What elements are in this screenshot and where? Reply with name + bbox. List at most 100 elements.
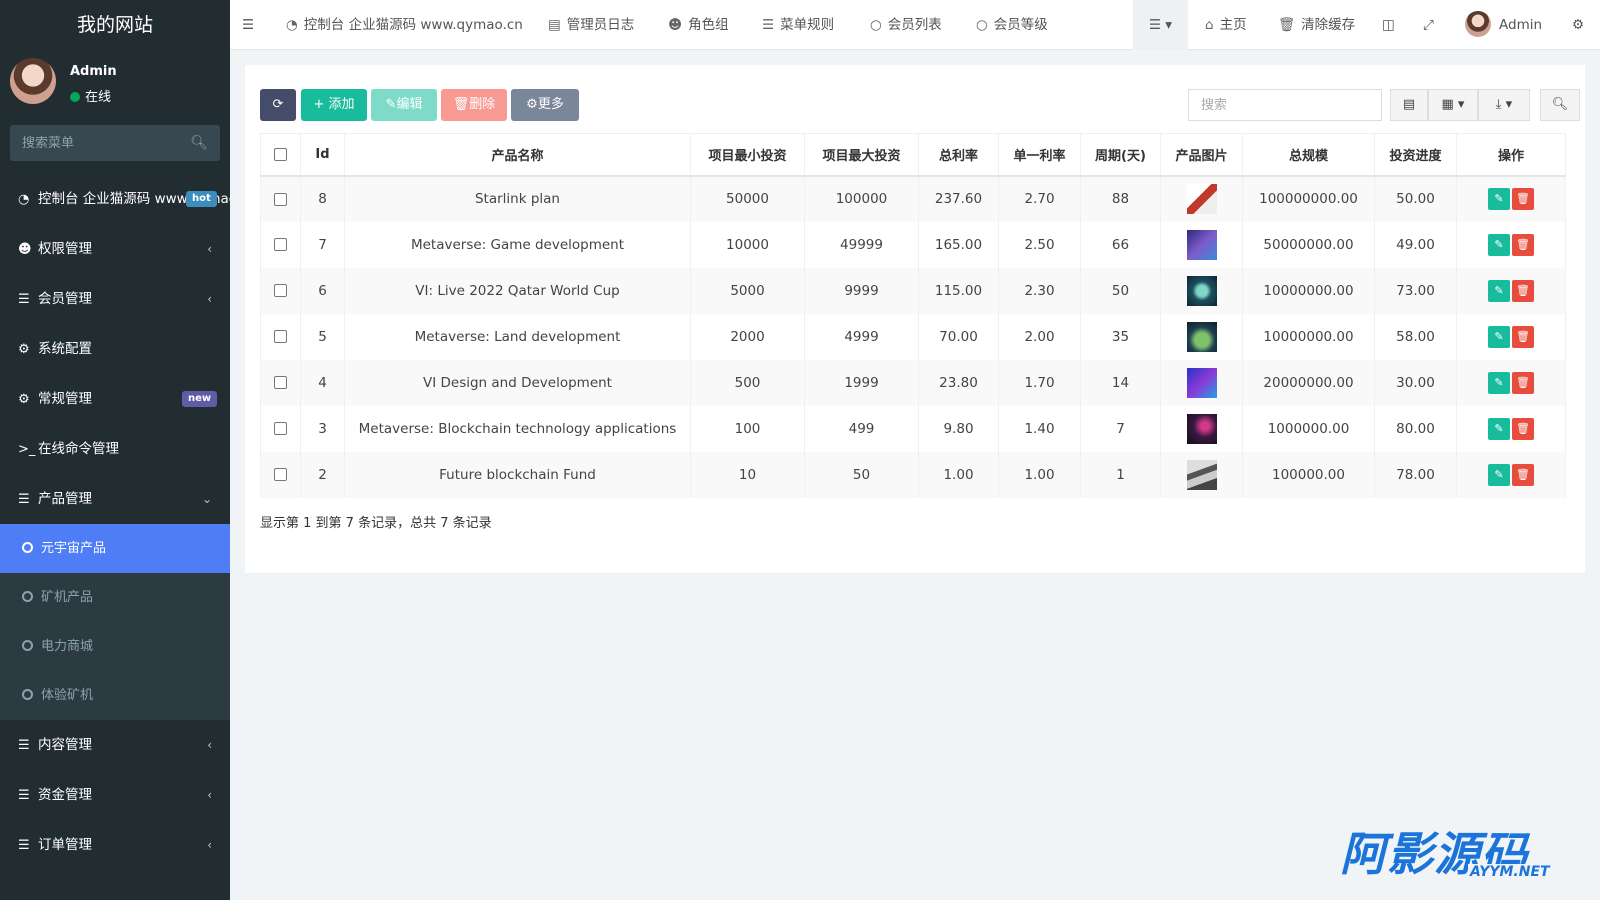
tab-label: 会员列表	[887, 17, 942, 33]
sidebar-item-general[interactable]: ⚙ 常规管理 new	[0, 374, 230, 424]
row-delete-button[interactable]: 🗑︎	[1512, 417, 1534, 440]
refresh-button[interactable]: ⟳	[260, 89, 296, 121]
column-header[interactable]: 总利率	[918, 133, 999, 177]
row-checkbox[interactable]	[274, 468, 287, 481]
sidebar-item-label: 常规管理	[38, 391, 92, 407]
product-panel: ⟳ + 添加 ✎编辑 🗑︎删除 ⚙更多 ▤ ▦ ▾ ⤓ ▾ 🔍︎ Id 产品名称…	[245, 65, 1585, 573]
export-dropdown[interactable]: ⤓ ▾	[1478, 89, 1530, 121]
user-status: 在线	[70, 86, 111, 105]
sidebar-item-permissions[interactable]: ☻ 权限管理 ‹	[0, 224, 230, 274]
row-delete-button[interactable]: 🗑︎	[1512, 279, 1534, 302]
language-icon: ◫	[1382, 17, 1395, 33]
cell-total-rate: 1.00	[918, 451, 999, 498]
sidebar-item-orders[interactable]: ☰ 订单管理 ‹	[0, 820, 230, 870]
table-search-input[interactable]	[1189, 90, 1381, 120]
sub-item-miner-products[interactable]: 矿机产品	[0, 573, 230, 622]
product-image[interactable]	[1186, 413, 1217, 444]
product-image[interactable]	[1186, 275, 1217, 306]
sidebar-item-command[interactable]: >_ 在线命令管理	[0, 424, 230, 474]
product-image[interactable]	[1186, 229, 1217, 260]
language-button[interactable]: ◫	[1382, 0, 1395, 50]
home-link[interactable]: ⌂ 主页	[1205, 0, 1247, 50]
fullscreen-button[interactable]: ⤢	[1423, 0, 1434, 50]
sidebar-toggle-button[interactable]: ☰	[242, 0, 254, 50]
row-delete-button[interactable]: 🗑︎	[1512, 371, 1534, 394]
settings-button[interactable]: ⚙	[1572, 0, 1584, 50]
tab-admin-log[interactable]: ▤ 管理员日志	[548, 0, 634, 50]
add-button[interactable]: + 添加	[301, 89, 367, 121]
tab-member-list[interactable]: ○ 会员列表	[870, 0, 942, 50]
row-edit-button[interactable]: ✎	[1488, 279, 1510, 302]
sidebar-item-system-config[interactable]: ⚙ 系统配置	[0, 324, 230, 374]
row-edit-button[interactable]: ✎	[1488, 325, 1510, 348]
search-icon[interactable]: 🔍︎	[190, 135, 208, 151]
cell-max-invest: 9999	[804, 267, 919, 314]
sub-item-label: 矿机产品	[41, 590, 94, 605]
chevron-left-icon: ‹	[207, 838, 212, 852]
top-navbar: ☰ ◔ 控制台 企业猫源码 www.qymao.cn ▤ 管理员日志 ☻ 角色组 ☰ 菜…	[230, 0, 1600, 50]
row-edit-button[interactable]: ✎	[1488, 233, 1510, 256]
refresh-icon: ⟳	[272, 97, 284, 112]
cell-max-invest: 4999	[804, 313, 919, 360]
column-header[interactable]: 产品名称	[344, 133, 691, 177]
product-image[interactable]	[1186, 321, 1217, 352]
column-header[interactable]: 产品图片	[1160, 133, 1243, 177]
sidebar-item-dashboard[interactable]: ◔控制台 企业猫源码 www.qymao.cn hot	[0, 174, 230, 224]
more-button[interactable]: ⚙更多	[511, 89, 579, 121]
column-header[interactable]: 项目最小投资	[690, 133, 805, 177]
delete-button[interactable]: 🗑︎删除	[441, 89, 507, 121]
row-delete-button[interactable]: 🗑︎	[1512, 188, 1534, 210]
column-header[interactable]: 单一利率	[998, 133, 1081, 177]
row-checkbox[interactable]	[274, 422, 287, 435]
sidebar-item-products[interactable]: ☰ 产品管理 ⌄	[0, 474, 230, 524]
menu-search-input[interactable]	[10, 125, 220, 161]
site-brand[interactable]: 我的网站	[0, 0, 230, 50]
select-all-checkbox[interactable]	[274, 147, 287, 161]
sub-item-label: 电力商城	[41, 639, 94, 654]
sub-item-power-mall[interactable]: 电力商城	[0, 622, 230, 671]
admin-user-menu[interactable]: Admin	[1465, 0, 1542, 50]
product-image[interactable]	[1186, 367, 1217, 398]
toggle-view-button[interactable]: ▤	[1390, 89, 1428, 121]
sidebar-menu: ◔控制台 企业猫源码 www.qymao.cn hot ☻ 权限管理 ‹ ☰ 会员管…	[0, 174, 230, 870]
column-header[interactable]: 项目最大投资	[804, 133, 919, 177]
row-delete-button[interactable]: 🗑︎	[1512, 463, 1534, 486]
cell-progress: 49.00	[1374, 221, 1457, 268]
tab-dashboard[interactable]: ◔ 控制台 企业猫源码 www.qymao.cn	[286, 0, 523, 50]
row-delete-button[interactable]: 🗑︎	[1512, 325, 1534, 348]
advanced-search-button[interactable]: 🔍︎	[1540, 89, 1580, 121]
edit-button[interactable]: ✎编辑	[371, 89, 437, 121]
more-tabs-dropdown[interactable]: ☰ ▾	[1133, 0, 1188, 50]
row-edit-button[interactable]: ✎	[1488, 371, 1510, 394]
columns-dropdown[interactable]: ▦ ▾	[1428, 89, 1478, 121]
tab-menu-rules[interactable]: ☰ 菜单规则	[762, 0, 834, 50]
row-checkbox[interactable]	[274, 284, 287, 297]
clear-cache-button[interactable]: 🗑︎ 清除缓存	[1278, 0, 1355, 50]
sub-item-trial-miner[interactable]: 体验矿机	[0, 671, 230, 720]
row-checkbox[interactable]	[274, 192, 287, 206]
column-header[interactable]: 总规模	[1242, 133, 1375, 177]
product-image[interactable]	[1186, 184, 1217, 214]
sidebar-item-content[interactable]: ☰ 内容管理 ‹	[0, 720, 230, 770]
sidebar-item-funds[interactable]: ☰ 资金管理 ‹	[0, 770, 230, 820]
cell-progress: 80.00	[1374, 405, 1457, 452]
column-header[interactable]: Id	[300, 133, 345, 177]
product-image[interactable]	[1186, 459, 1217, 490]
cell-total-scale: 20000000.00	[1242, 359, 1375, 406]
tab-member-level[interactable]: ○ 会员等级	[976, 0, 1048, 50]
row-delete-button[interactable]: 🗑︎	[1512, 233, 1534, 256]
sub-item-metaverse-products[interactable]: 元宇宙产品	[0, 524, 230, 573]
row-checkbox[interactable]	[274, 238, 287, 251]
column-header[interactable]: 投资进度	[1374, 133, 1457, 177]
circle-icon: ○	[870, 17, 882, 33]
column-header[interactable]: 周期(天)	[1080, 133, 1161, 177]
sidebar-item-members[interactable]: ☰ 会员管理 ‹	[0, 274, 230, 324]
cell-max-invest: 1999	[804, 359, 919, 406]
sidebar-item-label: 内容管理	[38, 737, 92, 753]
tab-role-group[interactable]: ☻ 角色组	[668, 0, 729, 50]
row-checkbox[interactable]	[274, 330, 287, 343]
row-edit-button[interactable]: ✎	[1488, 417, 1510, 440]
row-edit-button[interactable]: ✎	[1488, 188, 1510, 210]
row-checkbox[interactable]	[274, 376, 287, 389]
row-edit-button[interactable]: ✎	[1488, 463, 1510, 486]
